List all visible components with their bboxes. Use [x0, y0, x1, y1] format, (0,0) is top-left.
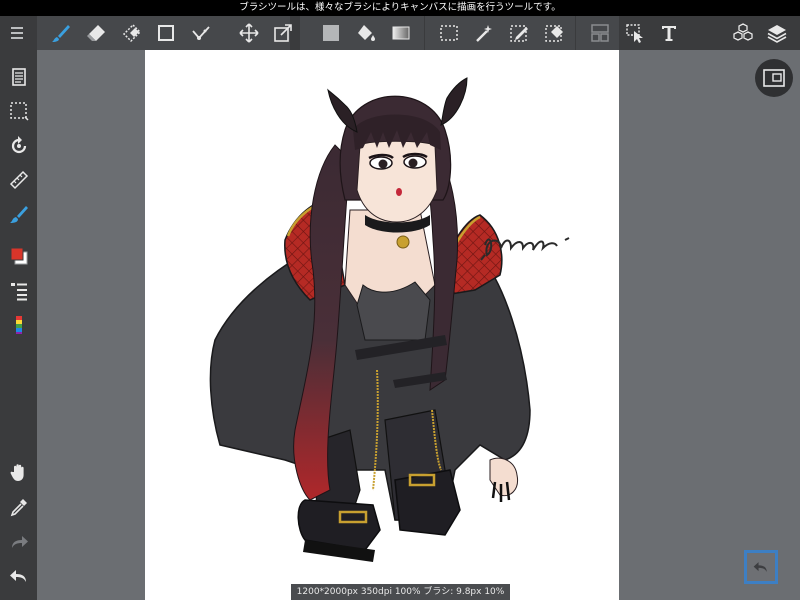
- eyedropper-icon: [10, 498, 27, 516]
- select-pen-icon: [510, 25, 528, 42]
- document-button[interactable]: [3, 61, 34, 92]
- left-toolbar: [0, 50, 37, 600]
- brush-tool-button[interactable]: [44, 16, 78, 50]
- brush-icon: [52, 25, 70, 42]
- navigator-button[interactable]: [755, 59, 793, 97]
- selection-button[interactable]: [3, 95, 34, 126]
- redo-icon: [11, 535, 28, 548]
- select-rect-button[interactable]: [432, 16, 466, 50]
- move-tool-button[interactable]: [232, 16, 266, 50]
- frame-divider-icon: [591, 24, 609, 42]
- frame-divider-button[interactable]: [583, 16, 617, 50]
- fill-color-icon: [323, 25, 339, 41]
- undo-button[interactable]: [3, 560, 34, 591]
- drawing-canvas[interactable]: [145, 50, 619, 600]
- bucket-icon: [358, 25, 375, 41]
- status-message: ブラシツールは、様々なブラシによりキャンバスに描画を行うツールです。: [0, 0, 800, 16]
- blur-eraser-button[interactable]: [114, 16, 148, 50]
- select-eraser-button[interactable]: [537, 16, 571, 50]
- square-shape-icon: [158, 25, 174, 41]
- operation-icon: [626, 24, 643, 43]
- bucket-tool-button[interactable]: [349, 16, 383, 50]
- ruler-button[interactable]: [3, 164, 34, 195]
- brush-settings-button[interactable]: [3, 198, 34, 229]
- rotate-icon: [11, 135, 26, 153]
- material-button[interactable]: [726, 16, 760, 50]
- palette-bar-icon: [15, 315, 22, 334]
- move-icon: [239, 23, 259, 43]
- select-pen-button[interactable]: [502, 16, 536, 50]
- hand-icon: [9, 463, 24, 481]
- transform-icon: [274, 24, 292, 42]
- operation-tool-button[interactable]: [618, 16, 652, 50]
- selection-icon: [9, 101, 29, 121]
- eraser-icon: [87, 25, 105, 41]
- app-window: ブラシツールは、様々なブラシによりキャンバスに描画を行うツールです。 1200*…: [0, 0, 800, 600]
- floating-undo-button[interactable]: [744, 550, 778, 584]
- select-eraser-icon: [545, 25, 563, 42]
- eraser-tool-button[interactable]: [79, 16, 113, 50]
- color-swatch-icon: [10, 247, 27, 264]
- magic-wand-icon: [476, 25, 492, 42]
- snap-button[interactable]: [184, 16, 218, 50]
- top-toolbar: [0, 16, 800, 50]
- list-button[interactable]: [3, 275, 34, 306]
- rotate-button[interactable]: [3, 130, 34, 161]
- document-icon: [11, 67, 26, 86]
- shape-tool-button[interactable]: [149, 16, 183, 50]
- blur-eraser-icon: [122, 23, 142, 43]
- select-rect-icon: [440, 25, 458, 41]
- layers-button[interactable]: [760, 16, 794, 50]
- list-icon: [10, 282, 27, 300]
- artwork-illustration: [209, 77, 570, 562]
- fill-color-button[interactable]: [314, 16, 348, 50]
- canvas-status-info: 1200*2000px 350dpi 100% ブラシ: 9.8px 10%: [291, 584, 510, 600]
- gradient-tool-button[interactable]: [384, 16, 418, 50]
- palette-bar-button[interactable]: [3, 309, 34, 340]
- ruler-icon: [9, 170, 28, 189]
- color-swatch-button[interactable]: [3, 240, 34, 271]
- navigator-icon: [763, 69, 785, 87]
- material-icon: [733, 23, 753, 41]
- layers-icon: [767, 25, 787, 43]
- menu-button[interactable]: [0, 16, 34, 50]
- brush-settings-icon: [9, 205, 28, 223]
- hand-button[interactable]: [3, 456, 34, 487]
- text-tool-button[interactable]: [652, 16, 686, 50]
- menu-icon: [11, 27, 23, 39]
- eyedropper-button[interactable]: [3, 491, 34, 522]
- gradient-icon: [392, 26, 410, 40]
- undo-icon: [753, 562, 767, 572]
- snap-icon: [192, 26, 210, 40]
- transform-tool-button[interactable]: [266, 16, 300, 50]
- text-tool-icon: [662, 26, 676, 41]
- undo-icon: [9, 569, 26, 582]
- redo-button[interactable]: [3, 526, 34, 557]
- magic-wand-button[interactable]: [467, 16, 501, 50]
